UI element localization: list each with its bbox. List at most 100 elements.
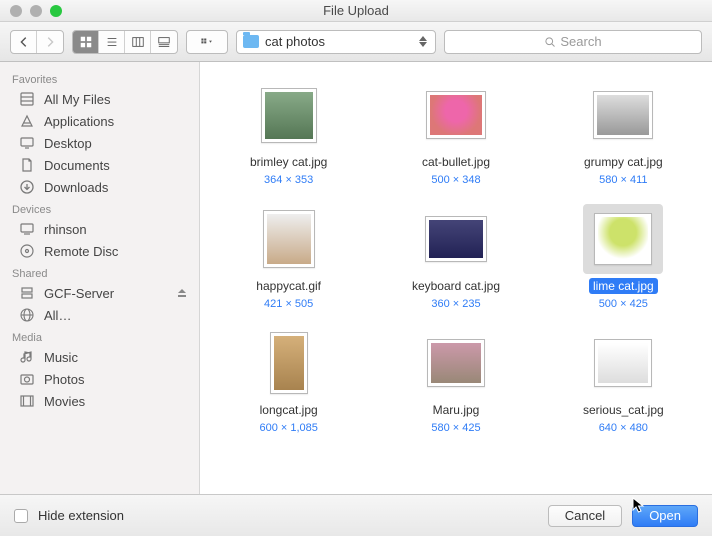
footer: Hide extension Cancel Open <box>0 494 712 536</box>
chevron-updown-icon <box>417 36 429 47</box>
file-dimensions: 580 × 411 <box>599 174 647 186</box>
file-thumbnail <box>416 328 496 398</box>
desktop-icon <box>18 135 36 151</box>
hide-extension-label: Hide extension <box>38 508 124 523</box>
file-item[interactable]: lime cat.jpg 500 × 425 <box>545 204 702 310</box>
sidebar-item[interactable]: Applications <box>0 110 199 132</box>
disc-icon <box>18 243 36 259</box>
sidebar-item[interactable]: Downloads <box>0 176 199 198</box>
file-thumbnail <box>416 80 496 150</box>
sidebar-item[interactable]: Movies <box>0 390 199 412</box>
file-item[interactable]: serious_cat.jpg 640 × 480 <box>545 328 702 434</box>
file-name: cat-bullet.jpg <box>418 154 494 170</box>
file-dimensions: 640 × 480 <box>599 422 648 434</box>
icon-view-button[interactable] <box>73 31 99 53</box>
file-grid: brimley cat.jpg 364 × 353 cat-bullet.jpg 50… <box>200 62 712 494</box>
sidebar-item-label: Movies <box>44 394 85 409</box>
sidebar-section-header: Devices <box>0 198 199 218</box>
file-dimensions: 364 × 353 <box>264 174 313 186</box>
file-item[interactable]: Maru.jpg 580 × 425 <box>377 328 534 434</box>
open-button[interactable]: Open <box>632 505 698 527</box>
file-dimensions: 600 × 1,085 <box>259 422 317 434</box>
sidebar-item-label: Applications <box>44 114 114 129</box>
search-input[interactable]: Search <box>444 30 702 54</box>
file-item[interactable]: longcat.jpg 600 × 1,085 <box>210 328 367 434</box>
music-icon <box>18 349 36 365</box>
file-item[interactable]: brimley cat.jpg 364 × 353 <box>210 80 367 186</box>
hide-extension-checkbox[interactable] <box>14 509 28 523</box>
all-files-icon <box>18 91 36 107</box>
file-thumbnail <box>583 80 663 150</box>
file-name: serious_cat.jpg <box>579 402 668 418</box>
downloads-icon <box>18 179 36 195</box>
cancel-button[interactable]: Cancel <box>548 505 622 527</box>
toolbar: cat photos Search <box>0 22 712 62</box>
open-button-label: Open <box>649 508 681 523</box>
titlebar: File Upload <box>0 0 712 22</box>
file-thumbnail <box>583 204 663 274</box>
movies-icon <box>18 393 36 409</box>
file-thumbnail <box>249 328 329 398</box>
search-icon <box>544 36 556 48</box>
sidebar-item[interactable]: All… <box>0 304 199 326</box>
sidebar-item[interactable]: All My Files <box>0 88 199 110</box>
sidebar-item-label: Remote Disc <box>44 244 118 259</box>
file-item[interactable]: cat-bullet.jpg 500 × 348 <box>377 80 534 186</box>
eject-icon[interactable] <box>177 286 187 301</box>
sidebar-section-header: Favorites <box>0 68 199 88</box>
coverflow-view-button[interactable] <box>151 31 177 53</box>
file-dimensions: 421 × 505 <box>264 298 313 310</box>
sidebar-item-label: All… <box>44 308 71 323</box>
file-name: lime cat.jpg <box>589 278 658 294</box>
sidebar-item[interactable]: rhinson <box>0 218 199 240</box>
applications-icon <box>18 113 36 129</box>
file-name: brimley cat.jpg <box>246 154 331 170</box>
column-view-button[interactable] <box>125 31 151 53</box>
nav-buttons <box>10 30 64 54</box>
photos-icon <box>18 371 36 387</box>
view-mode-buttons <box>72 30 178 54</box>
window-title: File Upload <box>0 3 712 18</box>
sidebar-item-label: All My Files <box>44 92 110 107</box>
sidebar-item[interactable]: Music <box>0 346 199 368</box>
file-item[interactable]: happycat.gif421 × 505 <box>210 204 367 310</box>
sidebar-item[interactable]: Desktop <box>0 132 199 154</box>
file-name: longcat.jpg <box>256 402 322 418</box>
sidebar-item[interactable]: Documents <box>0 154 199 176</box>
computer-icon <box>18 221 36 237</box>
sidebar-item-label: Music <box>44 350 78 365</box>
file-dimensions: 580 × 425 <box>431 422 480 434</box>
sidebar-item[interactable]: GCF-Server <box>0 282 199 304</box>
path-folder-name: cat photos <box>265 34 411 49</box>
sidebar-item-label: Desktop <box>44 136 92 151</box>
file-name: keyboard cat.jpg <box>408 278 504 294</box>
back-button[interactable] <box>11 31 37 53</box>
file-item[interactable]: keyboard cat.jpg 360 × 235 <box>377 204 534 310</box>
arrange-button[interactable] <box>187 31 227 53</box>
sidebar-item[interactable]: Photos <box>0 368 199 390</box>
file-dimensions: 500 × 348 <box>431 174 480 186</box>
sidebar-item-label: Photos <box>44 372 84 387</box>
file-dimensions: 360 × 235 <box>431 298 480 310</box>
file-item[interactable]: grumpy cat.jpg 580 × 411 <box>545 80 702 186</box>
list-view-button[interactable] <box>99 31 125 53</box>
folder-icon <box>243 35 259 48</box>
file-name: grumpy cat.jpg <box>580 154 667 170</box>
file-thumbnail <box>249 80 329 150</box>
sidebar-item-label: rhinson <box>44 222 87 237</box>
sidebar-section-header: Shared <box>0 262 199 282</box>
sidebar-item-label: GCF-Server <box>44 286 114 301</box>
search-placeholder: Search <box>560 34 601 49</box>
path-dropdown[interactable]: cat photos <box>236 30 436 54</box>
file-name: Maru.jpg <box>429 402 484 418</box>
file-thumbnail <box>416 204 496 274</box>
sidebar: Favorites All My Files Applications Desktop… <box>0 62 200 494</box>
server-icon <box>18 285 36 301</box>
file-dimensions: 500 × 425 <box>599 298 648 310</box>
file-thumbnail <box>249 204 329 274</box>
globe-icon <box>18 307 36 323</box>
sidebar-item[interactable]: Remote Disc <box>0 240 199 262</box>
forward-button[interactable] <box>37 31 63 53</box>
arrange-button-group <box>186 30 228 54</box>
main-area: Favorites All My Files Applications Desktop… <box>0 62 712 494</box>
